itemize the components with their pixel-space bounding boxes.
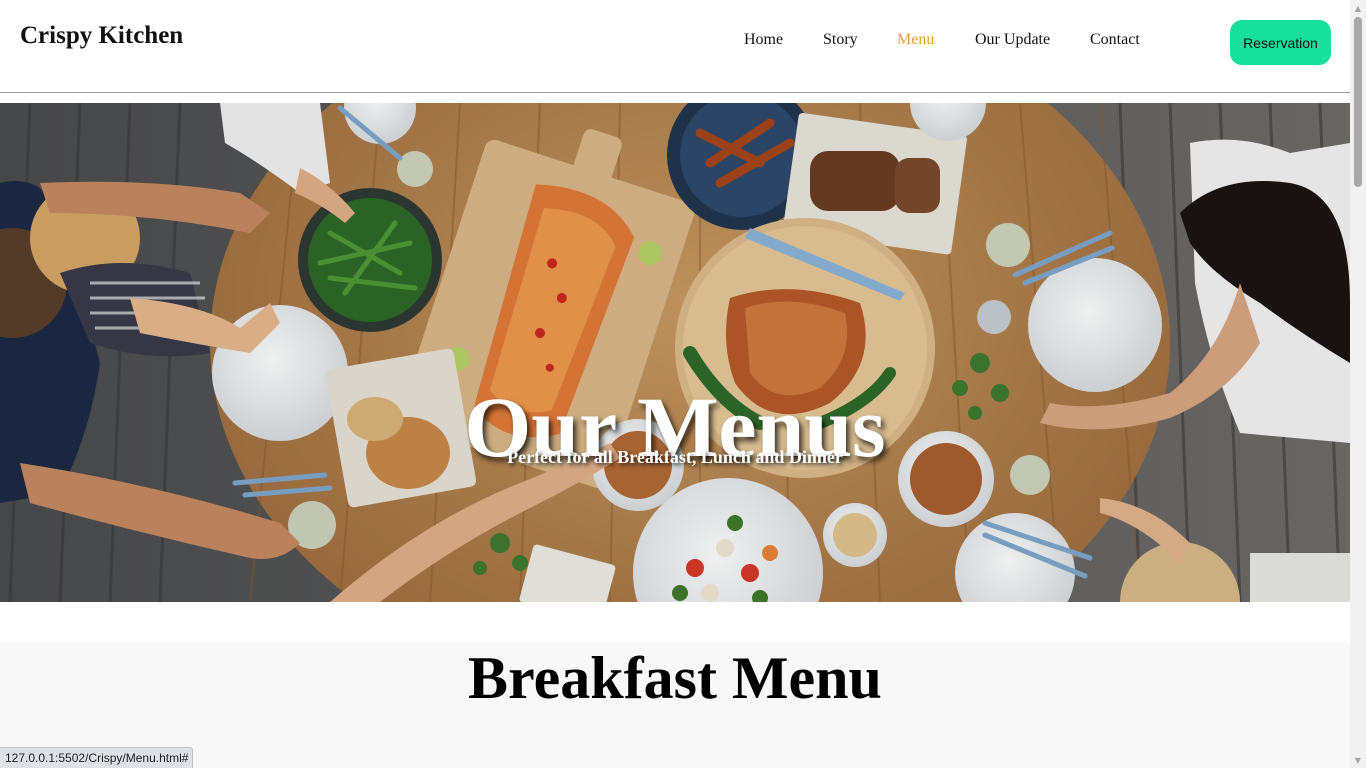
scroll-down-arrow-icon[interactable]: ▼ <box>1350 752 1366 768</box>
section-spacer <box>0 602 1350 642</box>
navbar: Crispy Kitchen Home Story Menu Our Updat… <box>0 0 1350 93</box>
navbar-spacer <box>0 94 1350 103</box>
hero-subtitle: Perfect for all Breakfast, Lunch and Din… <box>507 447 843 467</box>
nav-story[interactable]: Story <box>823 31 858 49</box>
hero-food-table-image <box>0 103 1350 602</box>
scrollbar-thumb[interactable] <box>1354 17 1362 187</box>
status-bar-url: 127.0.0.1:5502/Crispy/Menu.html# <box>0 747 194 768</box>
reservation-button[interactable]: Reservation <box>1230 20 1331 65</box>
hero-banner: Our Menus Perfect for all Breakfast, Lun… <box>0 103 1350 602</box>
nav-home[interactable]: Home <box>744 31 783 49</box>
scroll-up-arrow-icon[interactable]: ▲ <box>1350 0 1366 16</box>
nav-links: Home Story Menu Our Update Contact <box>0 31 1350 53</box>
vertical-scrollbar[interactable]: ▲ ▼ <box>1350 0 1366 768</box>
nav-contact[interactable]: Contact <box>1090 31 1140 49</box>
breakfast-menu-section: Breakfast Menu <box>0 642 1350 768</box>
section-title: Breakfast Menu <box>468 645 882 711</box>
page: Crispy Kitchen Home Story Menu Our Updat… <box>0 0 1350 768</box>
nav-our-update[interactable]: Our Update <box>975 31 1050 49</box>
nav-menu[interactable]: Menu <box>897 31 934 49</box>
